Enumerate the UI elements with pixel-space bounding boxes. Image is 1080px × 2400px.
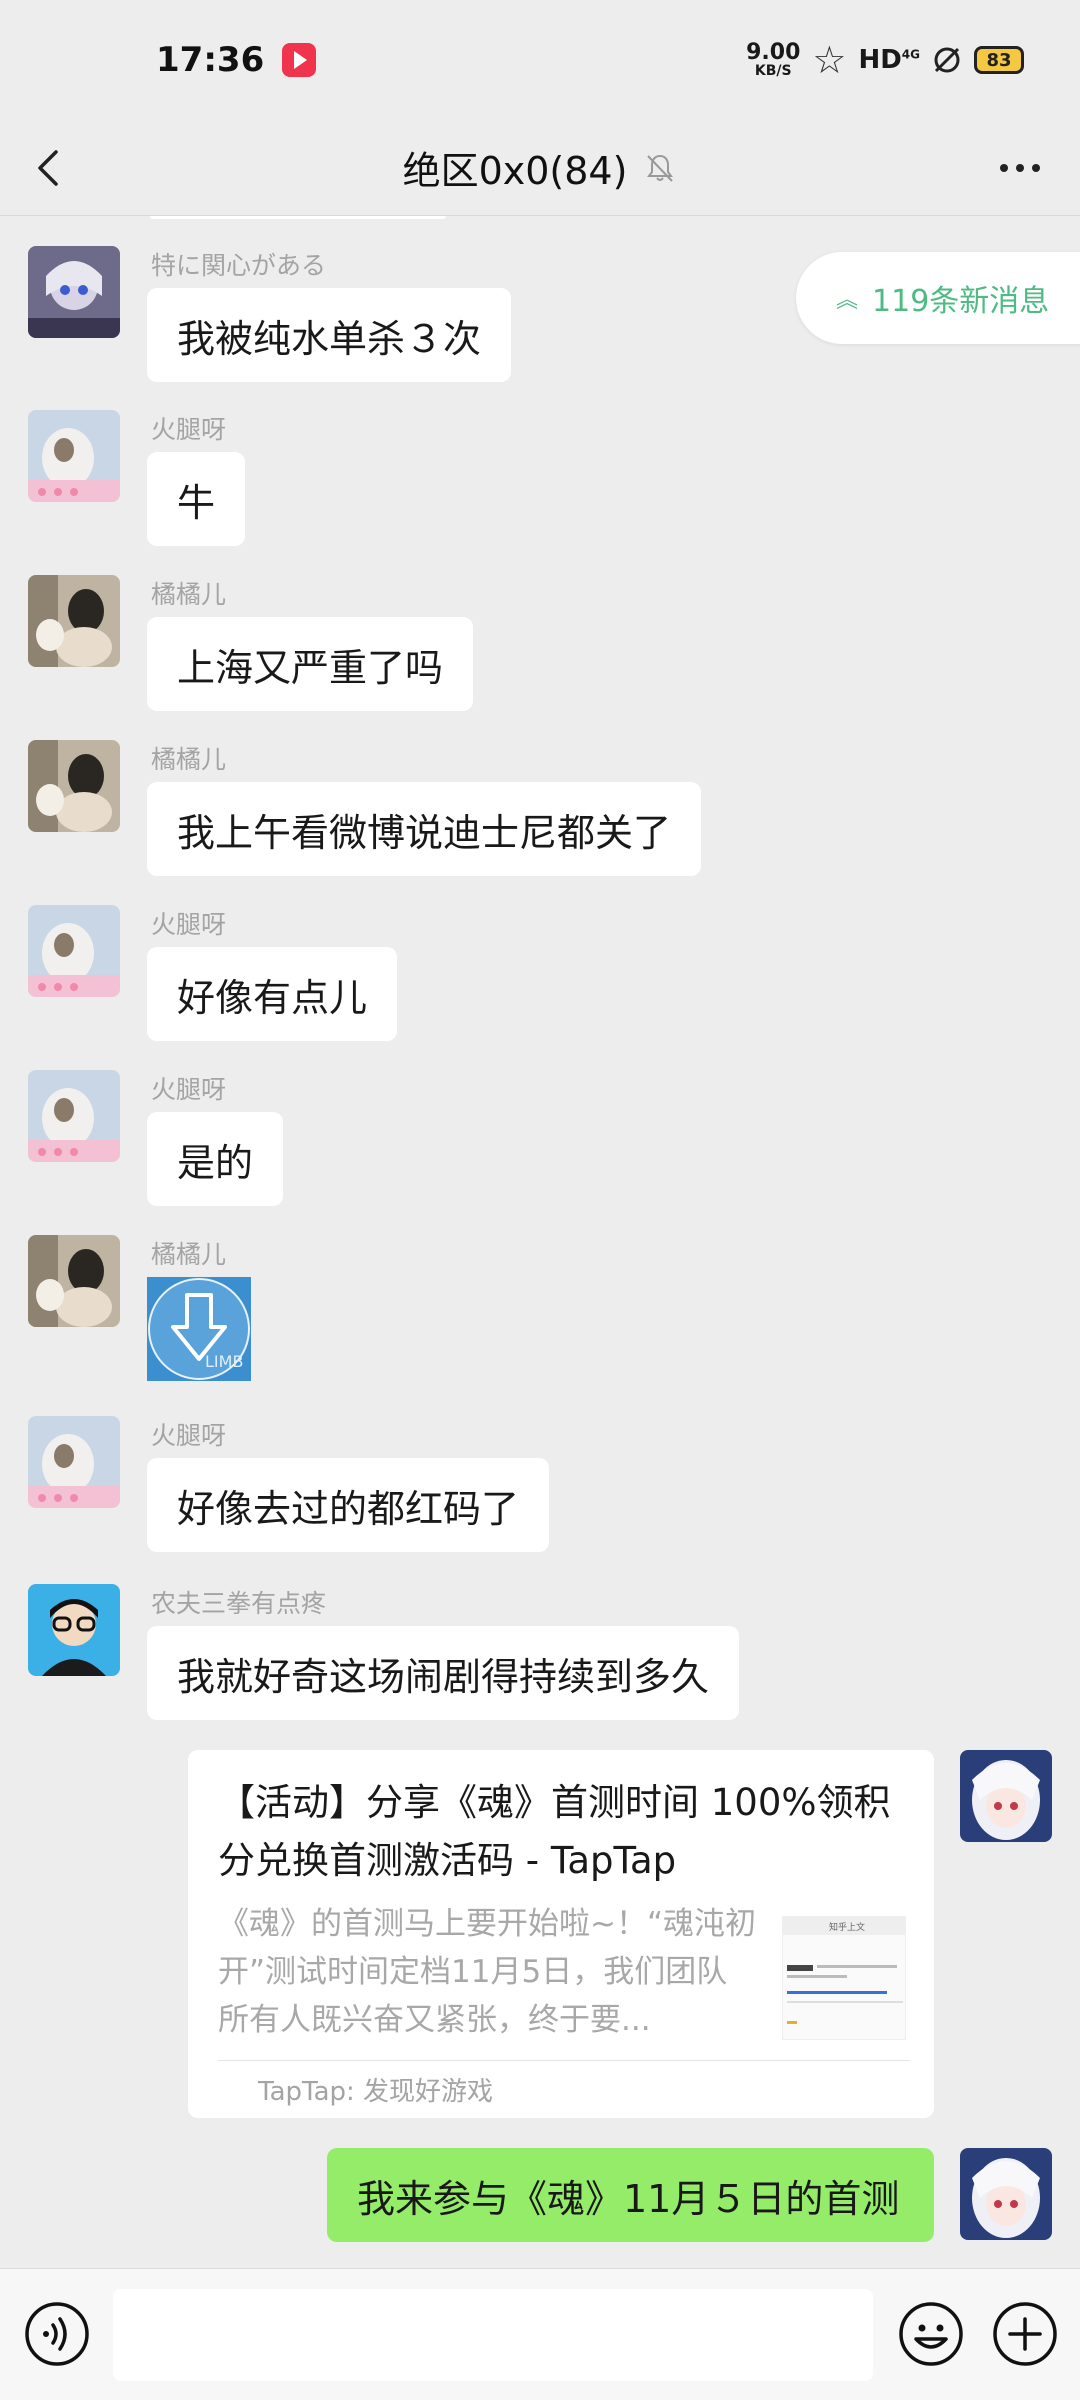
image-caption: LIMB [205,1352,243,1371]
my-avatar[interactable] [960,1750,1052,1842]
status-indicators: 9.00 KB/S ☆ HD4G 83 [746,41,1024,79]
sender-name: 农夫三拳有点疼 [151,1589,327,1618]
image-message[interactable]: LIMB [147,1277,251,1381]
my-message-bubble[interactable]: 我来参与《魂》11月５日的首测 [327,2148,934,2242]
input-bar [0,2268,1080,2400]
link-description: 《魂》的首测马上要开始啦~！“魂沌初开”测试时间定档11月5日，我们团队所有人既… [218,1906,757,2038]
avatar[interactable] [28,246,120,338]
hd-network-label: HD4G [858,45,920,75]
message-bubble[interactable]: 是的 [147,1112,284,1206]
new-messages-label: 119条新消息 [872,284,1050,319]
double-chevron-up-icon: ︽ [836,288,859,313]
chat-header: 绝区0x0(84) [0,120,1080,216]
plus-icon[interactable] [992,2301,1058,2367]
thumb-heading: 知乎上文 [829,1921,865,1933]
avatar[interactable] [28,575,120,667]
sender-name: 橘橘儿 [151,1240,227,1269]
net-speed-value: 9.00 [746,40,801,65]
sender-name: 火腿呀 [151,1075,227,1104]
network-generation: 4G [901,47,920,62]
net-speed-unit: KB/S [754,63,792,79]
avatar[interactable] [28,905,120,997]
no-signal-icon [934,47,960,73]
avatar[interactable] [28,410,120,502]
previous-bubble-edge [150,216,446,219]
message-bubble[interactable]: 我被纯水单杀３次 [147,288,512,382]
my-avatar[interactable] [960,2148,1052,2240]
sender-name: 火腿呀 [151,1421,227,1450]
message-bubble[interactable]: 我就好奇这场闹剧得持续到多久 [147,1626,740,1720]
battery-icon: 83 [974,46,1024,74]
message-bubble[interactable]: 好像有点儿 [147,947,398,1041]
star-icon: ☆ [812,38,847,82]
status-time: 17:36 [156,40,265,80]
avatar[interactable] [28,1235,120,1327]
link-thumbnail: 知乎上文 [782,1916,906,2040]
link-body: 《魂》的首测马上要开始啦~！“魂沌初开”测试时间定档11月5日，我们团队所有人既… [218,1900,906,2044]
net-speed: 9.00 KB/S [746,40,801,79]
new-messages-button[interactable]: ︽ 119条新消息 [796,252,1080,344]
message-bubble[interactable]: 上海又严重了吗 [147,617,474,711]
sender-name: 橘橘儿 [151,580,227,609]
message-bubble[interactable]: 牛 [147,452,246,546]
mute-bell-icon [647,154,674,182]
screen-record-icon [282,43,317,77]
avatar[interactable] [28,1584,120,1676]
message-bubble[interactable]: 我上午看微博说迪士尼都关了 [147,782,702,876]
message-list[interactable]: 特に関心がある 我被纯水单杀３次 火腿呀 牛 橘橘儿 上海又严重了吗 橘橘儿 我… [0,216,1080,2268]
sender-name: 特に関心がある [151,251,327,280]
avatar[interactable] [28,740,120,832]
avatar[interactable] [28,1070,120,1162]
message-bubble[interactable]: 好像去过的都红码了 [147,1458,550,1552]
back-arrow-icon[interactable] [30,148,70,188]
voice-input-icon[interactable] [24,2301,90,2367]
sender-name: 火腿呀 [151,415,227,444]
chat-title: 绝区0x0(84) [402,149,628,193]
message-input[interactable] [113,2289,873,2381]
sender-name: 火腿呀 [151,910,227,939]
status-bar: 17:36 9.00 KB/S ☆ HD4G 83 [0,0,1080,120]
more-options-icon[interactable] [996,148,1044,188]
avatar[interactable] [28,1416,120,1508]
sender-name: 橘橘儿 [151,745,227,774]
shared-link-card[interactable]: 【活动】分享《魂》首测时间 100%领积分兑换首测激活码 - TapTap 《魂… [188,1750,934,2118]
link-title: 【活动】分享《魂》首测时间 100%领积分兑换首测激活码 - TapTap [218,1781,891,1882]
hd-label: HD [858,45,902,75]
link-source: TapTap: 发现好游戏 [218,2060,910,2118]
emoji-icon[interactable] [898,2301,964,2367]
